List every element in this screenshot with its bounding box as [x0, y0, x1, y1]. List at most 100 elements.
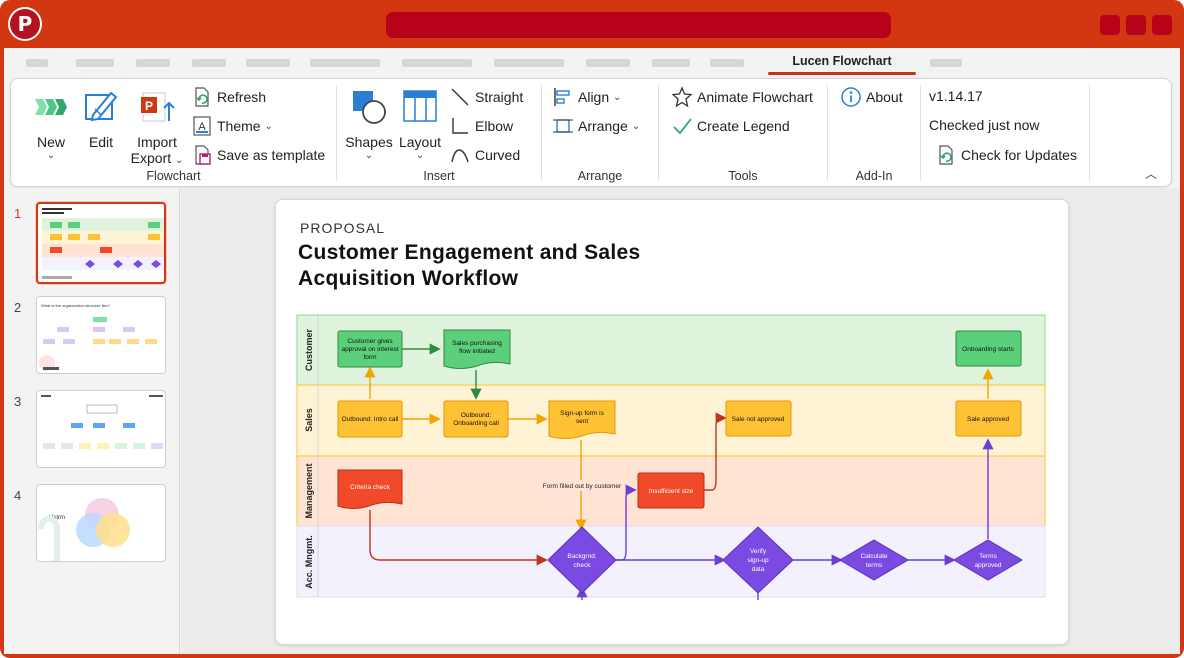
refresh-icon — [195, 87, 209, 107]
collapse-ribbon-icon[interactable]: ︿ — [1145, 165, 1157, 182]
chevron-down-icon: ⌄ — [613, 91, 622, 103]
group-flowchart: New ⌄ Edit P Import Export ⌄ Refresh A T… — [11, 79, 336, 186]
arrange-button[interactable]: Arrange ⌄ — [552, 115, 640, 137]
slide-thumbnail-2[interactable]: What is the organization structure like? — [36, 296, 166, 374]
tab-placeholder[interactable] — [26, 59, 48, 67]
chevron-down-icon: ⌄ — [46, 150, 56, 161]
divider — [1089, 85, 1090, 181]
slide-number: 3 — [14, 394, 22, 409]
curved-connector-button[interactable]: Curved — [449, 144, 520, 166]
tab-lucen-flowchart[interactable]: Lucen Flowchart — [768, 51, 916, 75]
slide-4-preview: Hstrm — [38, 498, 130, 561]
slide-thumbnail-1[interactable] — [36, 202, 166, 284]
elbow-connector-button[interactable]: Elbow — [449, 115, 513, 137]
lane-label-management: Management — [304, 463, 314, 518]
group-label-flowchart: Flowchart — [146, 169, 201, 183]
slide-thumbnail-4[interactable]: Hstrm — [36, 484, 166, 562]
save-as-template-button[interactable]: Save as template — [191, 144, 325, 166]
save-template-icon — [195, 145, 211, 165]
tab-placeholder[interactable] — [402, 59, 472, 67]
animate-flowchart-button[interactable]: Animate Flowchart — [671, 86, 813, 108]
thumb-2-title: What is the organization structure like? — [41, 303, 111, 308]
app-logo-icon[interactable]: P — [8, 7, 42, 41]
about-button[interactable]: About — [840, 86, 903, 108]
search-bar[interactable] — [386, 12, 891, 38]
version-label: v1.14.17 — [929, 88, 983, 104]
lane-label-customer: Customer — [304, 329, 314, 372]
tab-placeholder[interactable] — [710, 59, 744, 67]
close-button[interactable] — [1152, 15, 1172, 35]
slide-number: 4 — [14, 488, 22, 503]
straight-connector-button[interactable]: Straight — [449, 86, 523, 108]
lane-label-acc-mngmt: Acc. Mngmt. — [304, 535, 314, 589]
arrange-icon — [553, 119, 573, 133]
checkmark-icon — [673, 118, 692, 135]
info-icon — [841, 87, 861, 107]
refresh-button[interactable]: Refresh — [191, 86, 266, 108]
slide-thumbnail-3[interactable] — [36, 390, 166, 468]
update-status-label: Checked just now — [929, 117, 1040, 133]
lane-label-sales: Sales — [304, 408, 314, 432]
app-window: P Lucen Flowchart New ⌄ Edit P Import Ex… — [0, 0, 1184, 658]
create-legend-button[interactable]: Create Legend — [671, 115, 790, 137]
edit-pencil-icon — [85, 91, 118, 122]
node-label: Insufficient size — [649, 488, 694, 495]
group-arrange: Align ⌄ Arrange ⌄ Arrange — [542, 79, 658, 186]
chevron-down-icon: ⌄ — [631, 120, 641, 132]
lane-sales — [296, 384, 1046, 457]
slide-thumbnails-panel: 1 2 What is the organization structure l… — [4, 188, 180, 654]
slide-number: 1 — [14, 206, 22, 221]
workflow-diagram: Customer Sales Management Acc. Mngmt. Cu… — [296, 314, 1046, 600]
slide-number: 2 — [14, 300, 22, 315]
tab-placeholder[interactable] — [192, 59, 226, 67]
align-button[interactable]: Align ⌄ — [552, 86, 621, 108]
shapes-button[interactable]: Shapes ⌄ — [345, 87, 393, 161]
group-insert: Shapes ⌄ Layout ⌄ Straight Elbow Curved … — [337, 79, 541, 186]
theme-button[interactable]: A Theme ⌄ — [191, 115, 273, 137]
refresh-icon — [939, 145, 953, 165]
title-bar: P — [0, 0, 1184, 48]
edit-button[interactable]: Edit — [79, 87, 123, 150]
ribbon-tabs: Lucen Flowchart — [4, 48, 1180, 76]
check-for-updates-button[interactable]: Check for Updates — [935, 144, 1077, 166]
slide-2-preview: What is the organization structure like? — [39, 303, 157, 371]
tab-placeholder[interactable] — [652, 59, 690, 67]
tab-placeholder[interactable] — [246, 59, 290, 67]
tab-placeholder[interactable] — [586, 59, 630, 67]
curved-line-icon — [451, 149, 469, 163]
node-onboarding-call[interactable] — [443, 400, 509, 438]
slide-title: Customer Engagement and Sales Acquisitio… — [298, 241, 641, 290]
tab-placeholder[interactable] — [76, 59, 114, 67]
align-icon — [554, 88, 570, 106]
import-label: Import — [137, 134, 177, 150]
slide-canvas: PROPOSAL Customer Engagement and Sales A… — [181, 188, 1180, 654]
tab-placeholder[interactable] — [494, 59, 564, 67]
minimize-button[interactable] — [1100, 15, 1120, 35]
node-label: Criteria check — [350, 484, 390, 491]
slide-kicker: PROPOSAL — [300, 220, 386, 236]
import-export-button[interactable]: P Import Export ⌄ — [129, 87, 185, 166]
tab-placeholder[interactable] — [930, 59, 962, 67]
node-label: Sale approved — [967, 416, 1009, 423]
chevron-down-icon: ⌄ — [264, 120, 273, 132]
group-label-tools: Tools — [728, 169, 758, 183]
maximize-button[interactable] — [1126, 15, 1146, 35]
slide-1-preview — [42, 208, 164, 279]
new-button[interactable]: New ⌄ — [29, 87, 73, 161]
layout-button[interactable]: Layout ⌄ — [397, 87, 443, 161]
tab-placeholder[interactable] — [136, 59, 170, 67]
group-tools: Animate Flowchart Create Legend Tools — [659, 79, 827, 186]
lane-customer — [296, 314, 1046, 386]
ribbon: New ⌄ Edit P Import Export ⌄ Refresh A T… — [10, 78, 1172, 187]
new-label: New — [36, 134, 65, 150]
group-label-arrange: Arrange — [577, 169, 623, 183]
tab-placeholder[interactable] — [310, 59, 380, 67]
new-flowchart-icon — [35, 99, 67, 115]
slide-3-preview — [41, 395, 163, 449]
chevron-down-icon: ⌄ — [364, 150, 374, 161]
theme-icon: A — [193, 116, 211, 136]
current-slide[interactable]: PROPOSAL Customer Engagement and Sales A… — [275, 199, 1069, 645]
node-label: Outbound: Intro call — [342, 416, 399, 423]
node-label: Sales purchasing flow initiated — [452, 340, 502, 355]
lane-acc-mngmt — [296, 525, 1046, 598]
